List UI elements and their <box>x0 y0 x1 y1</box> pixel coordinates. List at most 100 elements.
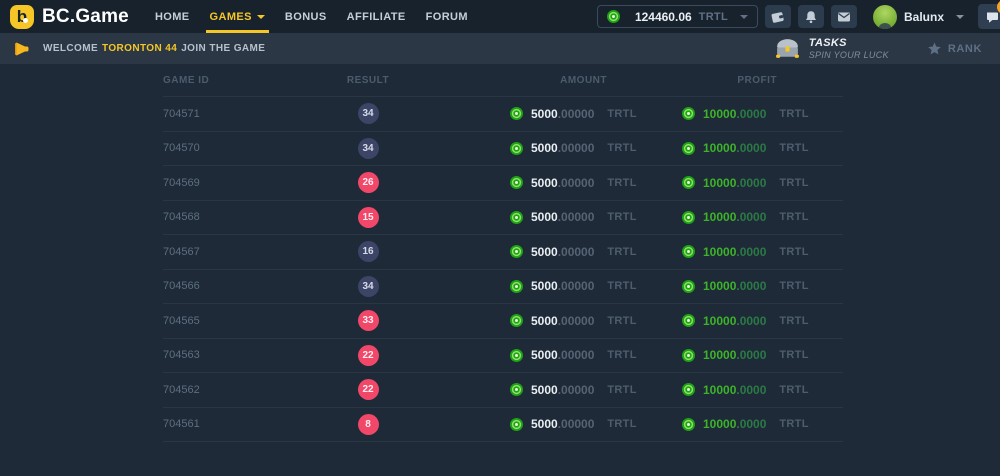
amount-cell: 5000 .00000 TRTL <box>443 383 643 397</box>
trtl-coin-icon <box>510 418 523 431</box>
result-badge: 15 <box>358 207 379 228</box>
result-badge: 22 <box>358 345 379 366</box>
announcement-bar: WELCOMETORONTON 44JOIN THE GAME TASKS SP… <box>0 33 1000 64</box>
amount-cell: 5000 .00000 TRTL <box>443 279 643 293</box>
messages-button[interactable] <box>831 5 857 28</box>
profit-currency: TRTL <box>779 246 808 258</box>
amount-currency: TRTL <box>607 211 636 223</box>
amount-decimals: .00000 <box>558 176 595 190</box>
table-header-row: GAME ID RESULT AMOUNT PROFIT <box>163 64 843 97</box>
result-badge: 34 <box>358 138 379 159</box>
amount-currency: TRTL <box>607 177 636 189</box>
profit-currency: TRTL <box>779 384 808 396</box>
nav-item-home[interactable]: HOME <box>145 0 200 33</box>
amount-cell: 5000 .00000 TRTL <box>443 348 643 362</box>
profit-cell: 10000 .0000 TRTL <box>643 107 843 121</box>
user-menu[interactable]: Balunx <box>873 5 964 29</box>
amount-decimals: .00000 <box>558 107 595 121</box>
main-nav: HOME GAMES BONUS AFFILIATE FORUM <box>145 0 478 33</box>
game-id: 704569 <box>163 177 293 189</box>
profit-decimals: .0000 <box>736 141 766 155</box>
profit-currency: TRTL <box>779 142 808 154</box>
result-badge: 22 <box>358 379 379 400</box>
result-cell: 34 <box>293 276 443 297</box>
amount-decimals: .00000 <box>558 417 595 431</box>
profit-currency: TRTL <box>779 280 808 292</box>
nav-item-affiliate[interactable]: AFFILIATE <box>337 0 416 33</box>
bet-history-table: GAME ID RESULT AMOUNT PROFIT 704571 34 5… <box>163 64 843 442</box>
game-id: 704570 <box>163 142 293 154</box>
amount-decimals: .00000 <box>558 245 595 259</box>
trtl-coin-icon <box>682 418 695 431</box>
header-result: RESULT <box>293 75 443 86</box>
amount-currency: TRTL <box>607 280 636 292</box>
trtl-coin-icon <box>682 142 695 155</box>
table-row[interactable]: 704569 26 5000 .00000 TRTL 10000 .0000 T… <box>163 166 843 201</box>
profit-currency: TRTL <box>779 177 808 189</box>
profit-cell: 10000 .0000 TRTL <box>643 141 843 155</box>
table-row[interactable]: 704567 16 5000 .00000 TRTL 10000 .0000 T… <box>163 235 843 270</box>
table-row[interactable]: 704562 22 5000 .00000 TRTL 10000 .0000 T… <box>163 373 843 408</box>
amount-integer: 5000 <box>531 141 558 155</box>
amount-cell: 5000 .00000 TRTL <box>443 210 643 224</box>
profit-integer: 10000 <box>703 348 736 362</box>
profit-currency: TRTL <box>779 418 808 430</box>
chat-button[interactable]: 10 <box>978 4 1000 29</box>
profit-decimals: .0000 <box>736 176 766 190</box>
tasks-title: TASKS <box>809 37 889 49</box>
profit-decimals: .0000 <box>736 417 766 431</box>
profit-integer: 10000 <box>703 245 736 259</box>
table-row[interactable]: 704563 22 5000 .00000 TRTL 10000 .0000 T… <box>163 339 843 374</box>
treasure-chest-icon <box>774 38 801 59</box>
game-id: 704571 <box>163 108 293 120</box>
balance-currency: TRTL <box>699 11 728 23</box>
mail-icon <box>837 10 851 24</box>
table-row[interactable]: 704561 8 5000 .00000 TRTL 10000 .0000 TR… <box>163 408 843 443</box>
result-cell: 15 <box>293 207 443 228</box>
wallet-button[interactable] <box>765 5 791 28</box>
trtl-coin-icon <box>510 245 523 258</box>
table-row[interactable]: 704570 34 5000 .00000 TRTL 10000 .0000 T… <box>163 132 843 167</box>
trtl-coin-icon <box>510 383 523 396</box>
trtl-coin-icon <box>682 280 695 293</box>
bcgame-logo-icon <box>10 5 34 29</box>
game-id: 704563 <box>163 349 293 361</box>
profit-decimals: .0000 <box>736 210 766 224</box>
profit-integer: 10000 <box>703 107 736 121</box>
result-cell: 34 <box>293 103 443 124</box>
nav-item-games[interactable]: GAMES <box>200 0 275 33</box>
profit-cell: 10000 .0000 TRTL <box>643 210 843 224</box>
result-cell: 8 <box>293 414 443 435</box>
amount-decimals: .00000 <box>558 383 595 397</box>
table-row[interactable]: 704571 34 5000 .00000 TRTL 10000 .0000 T… <box>163 97 843 132</box>
trtl-coin-icon <box>510 314 523 327</box>
result-cell: 34 <box>293 138 443 159</box>
table-row[interactable]: 704565 33 5000 .00000 TRTL 10000 .0000 T… <box>163 304 843 339</box>
profit-integer: 10000 <box>703 210 736 224</box>
profit-cell: 10000 .0000 TRTL <box>643 314 843 328</box>
header-profit: PROFIT <box>643 75 843 86</box>
nav-item-forum[interactable]: FORUM <box>416 0 478 33</box>
table-row[interactable]: 704568 15 5000 .00000 TRTL 10000 .0000 T… <box>163 201 843 236</box>
amount-currency: TRTL <box>607 418 636 430</box>
result-cell: 22 <box>293 345 443 366</box>
result-cell: 26 <box>293 172 443 193</box>
brand-logo[interactable]: BC.Game <box>10 5 129 29</box>
game-id: 704561 <box>163 418 293 430</box>
welcomebar-right: TASKS SPIN YOUR LUCK RANK <box>774 37 990 60</box>
amount-integer: 5000 <box>531 314 558 328</box>
result-cell: 16 <box>293 241 443 262</box>
balance-selector[interactable]: 124460.06 TRTL <box>597 5 758 28</box>
rank-label: RANK <box>948 43 982 55</box>
nav-item-bonus[interactable]: BONUS <box>275 0 337 33</box>
amount-integer: 5000 <box>531 383 558 397</box>
table-row[interactable]: 704566 34 5000 .00000 TRTL 10000 .0000 T… <box>163 270 843 305</box>
amount-decimals: .00000 <box>558 279 595 293</box>
notifications-button[interactable] <box>798 5 824 28</box>
profit-currency: TRTL <box>779 315 808 327</box>
tasks-widget[interactable]: TASKS SPIN YOUR LUCK <box>774 37 889 60</box>
rank-button[interactable]: RANK <box>927 42 982 56</box>
result-badge: 34 <box>358 276 379 297</box>
announcement-prefix: WELCOME <box>43 43 98 54</box>
profit-integer: 10000 <box>703 314 736 328</box>
